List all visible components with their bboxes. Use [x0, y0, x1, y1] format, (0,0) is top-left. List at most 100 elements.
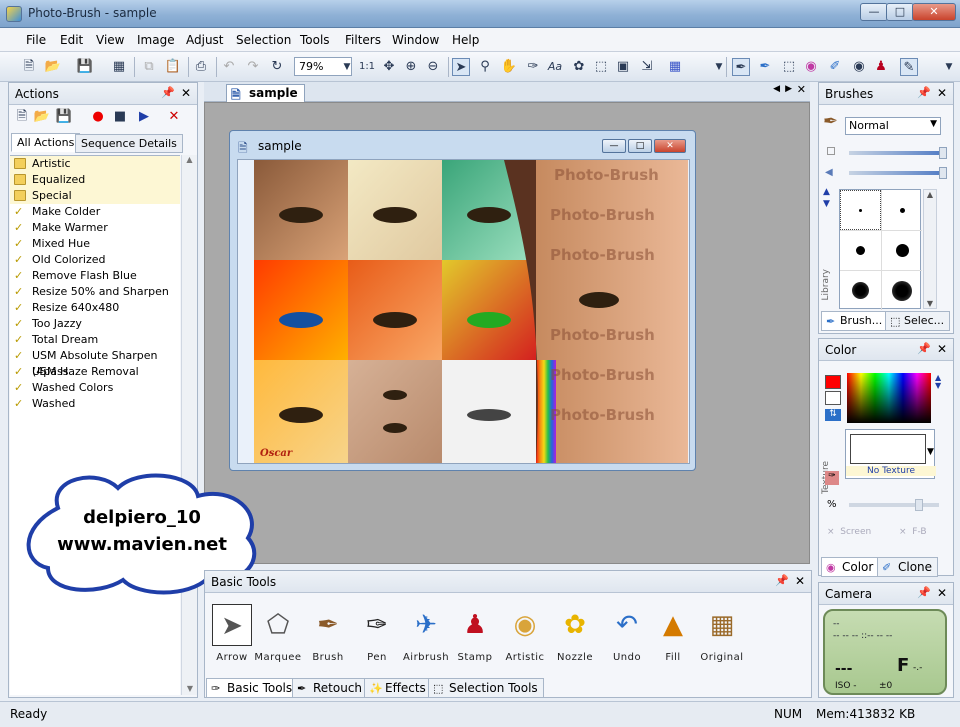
texture-opacity-slider[interactable]: [849, 503, 939, 507]
pointer-tool-icon[interactable]: ➤: [452, 58, 470, 76]
tool-original[interactable]: ▦ Original: [697, 604, 747, 663]
doc-maximize-button[interactable]: □: [628, 139, 652, 153]
list-item[interactable]: ✓ Mixed Hue: [10, 236, 180, 252]
crop-icon[interactable]: ▣: [614, 58, 632, 76]
tab-retouch[interactable]: ✒ Retouch: [292, 678, 369, 698]
close-panel-icon[interactable]: ✕: [795, 574, 805, 588]
texture-picker[interactable]: No Texture: [845, 429, 936, 479]
menu-selection[interactable]: Selection: [236, 33, 291, 47]
scroll-up-icon[interactable]: ▲: [182, 155, 197, 164]
undo-toolbar-icon[interactable]: ↶: [220, 58, 238, 76]
save-icon[interactable]: 💾: [76, 58, 94, 76]
color-spectrum[interactable]: [847, 373, 931, 423]
actual-size-button[interactable]: 1:1: [356, 58, 378, 76]
auto-brush-icon[interactable]: ✒: [732, 58, 750, 76]
close-panel-icon[interactable]: ✕: [937, 586, 947, 600]
list-item[interactable]: ✓ Washed Colors: [10, 380, 180, 396]
texture-eyedropper-icon[interactable]: ✑: [825, 471, 839, 485]
tab-selection-tools[interactable]: ⬚ Selection Tools: [428, 678, 544, 698]
list-item[interactable]: ✓ Old Colorized: [10, 252, 180, 268]
close-panel-icon[interactable]: ✕: [937, 86, 947, 100]
menu-help[interactable]: Help: [452, 33, 479, 47]
tab-sample[interactable]: 🗎 sample: [226, 84, 305, 102]
tool-artistic[interactable]: ◉ Artistic: [500, 604, 550, 663]
tab-clone[interactable]: ✐ Clone: [877, 557, 939, 577]
pen-toolbar-icon[interactable]: ✎: [900, 58, 918, 76]
fit-icon[interactable]: ✥: [380, 58, 398, 76]
zoom-dropdown-icon[interactable]: ▼: [338, 58, 356, 76]
copy-icon[interactable]: ⧉: [140, 58, 158, 76]
tab-color[interactable]: ◉ Color: [821, 557, 880, 577]
list-item[interactable]: ✓ USM Absolute Sharpen (4pass: [10, 348, 180, 378]
toolbar-overflow-2-icon[interactable]: ▼: [940, 58, 958, 76]
menu-image[interactable]: Image: [137, 33, 175, 47]
lasso-icon[interactable]: ✿: [570, 58, 588, 76]
pin-icon[interactable]: 📌: [917, 586, 931, 599]
print-icon[interactable]: ⎙: [192, 58, 210, 76]
open-folder-icon[interactable]: 📂: [44, 58, 62, 76]
paintbrush-icon[interactable]: ✒: [756, 58, 774, 76]
tab-prev-icon[interactable]: ◀: [773, 84, 780, 94]
brush-preset[interactable]: [840, 270, 881, 310]
photo-canvas[interactable]: Photo-Brush Photo-Brush Photo-Brush Phot…: [254, 160, 688, 463]
tab-close-icon[interactable]: ✕: [797, 83, 806, 96]
tab-effects[interactable]: ✨ Effects: [364, 678, 432, 698]
list-item[interactable]: ✓ Too Jazzy: [10, 316, 180, 332]
pin-icon[interactable]: 📌: [917, 86, 931, 99]
size-slider[interactable]: [849, 151, 945, 155]
brush-preset[interactable]: [881, 190, 922, 230]
brush-preset[interactable]: [881, 270, 922, 310]
tab-all-actions[interactable]: All Actions: [11, 133, 81, 152]
brush-preset[interactable]: [881, 230, 922, 270]
tab-selection[interactable]: ⬚ Selec...: [885, 311, 951, 331]
opacity-slider[interactable]: [849, 171, 945, 175]
menu-window[interactable]: Window: [392, 33, 439, 47]
tool-nozzle[interactable]: ✿ Nozzle: [550, 604, 600, 663]
tool-pen[interactable]: ✑ Pen: [352, 604, 402, 663]
brush-preset[interactable]: [840, 190, 881, 230]
close-button[interactable]: ✕: [912, 3, 956, 21]
menu-edit[interactable]: Edit: [60, 33, 83, 47]
list-item[interactable]: ✓ Washed: [10, 396, 180, 412]
clone-brush-icon[interactable]: ✐: [826, 58, 844, 76]
pin-icon[interactable]: 📌: [775, 574, 789, 587]
play-icon[interactable]: ▶: [135, 108, 153, 126]
color-down-icon[interactable]: ▼: [935, 381, 941, 390]
zoom-tool-icon[interactable]: ⚲: [476, 58, 494, 76]
delete-action-icon[interactable]: ✕: [165, 108, 183, 126]
menu-adjust[interactable]: Adjust: [186, 33, 224, 47]
list-item[interactable]: Special: [10, 188, 180, 204]
browse-icon[interactable]: ▦: [110, 58, 128, 76]
brush-scrollbar[interactable]: ▲ ▼: [923, 189, 937, 309]
stamp-toolbar-icon[interactable]: ♟: [872, 58, 890, 76]
open-action-icon[interactable]: 📂: [33, 108, 51, 126]
tab-sequence-details[interactable]: Sequence Details: [75, 134, 183, 153]
selection-rect-icon[interactable]: ⬚: [592, 58, 610, 76]
list-item[interactable]: ✓ Total Dream: [10, 332, 180, 348]
pin-icon[interactable]: 📌: [161, 86, 175, 99]
redo-toolbar-icon[interactable]: ↷: [244, 58, 262, 76]
tool-arrow[interactable]: ➤ Arrow: [207, 604, 257, 663]
texture-opacity-thumb[interactable]: [915, 499, 923, 511]
menu-view[interactable]: View: [96, 33, 124, 47]
swap-colors-icon[interactable]: ⇅: [825, 409, 841, 421]
tool-stamp[interactable]: ♟ Stamp: [450, 604, 500, 663]
tool-undo[interactable]: ↶ Undo: [602, 604, 652, 663]
text-tool-icon[interactable]: Aa: [546, 58, 564, 76]
menu-filters[interactable]: Filters: [345, 33, 381, 47]
minimize-button[interactable]: —: [860, 3, 888, 21]
list-item[interactable]: ✓ Resize 50% and Sharpen: [10, 284, 180, 300]
menu-tools[interactable]: Tools: [300, 33, 330, 47]
tool-fill[interactable]: ▲ Fill: [648, 604, 698, 663]
tool-brush[interactable]: ✒ Brush: [303, 604, 353, 663]
brush-down-icon[interactable]: ▼: [823, 199, 830, 209]
list-item[interactable]: ✓ Remove Flash Blue: [10, 268, 180, 284]
maximize-button[interactable]: □: [886, 3, 914, 21]
revert-icon[interactable]: ↻: [268, 58, 286, 76]
close-panel-icon[interactable]: ✕: [181, 86, 191, 100]
opacity-slider-thumb[interactable]: [939, 167, 947, 179]
close-panel-icon[interactable]: ✕: [937, 342, 947, 356]
scroll-down-icon[interactable]: ▼: [924, 299, 936, 308]
tab-basic-tools[interactable]: ✑ Basic Tools: [206, 678, 299, 698]
camera-icon[interactable]: ◉: [850, 58, 868, 76]
